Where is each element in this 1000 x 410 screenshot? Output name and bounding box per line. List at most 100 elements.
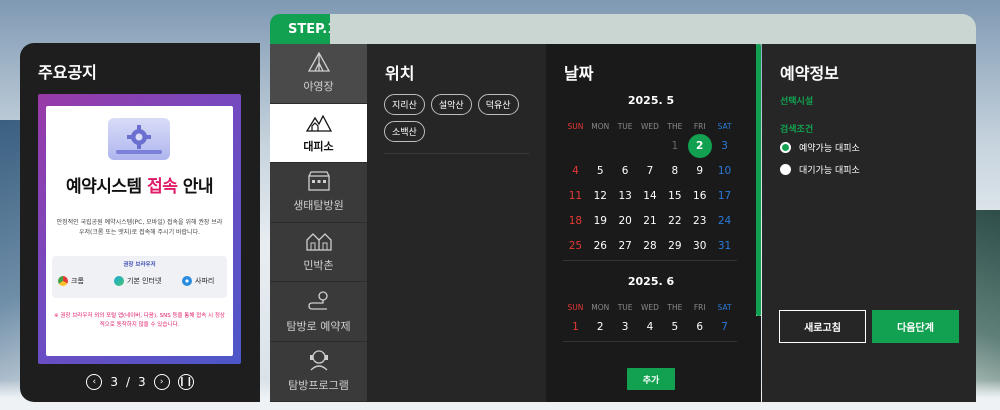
option-waitlist-shelter[interactable]: 대기가능 대피소 [780, 163, 860, 176]
calendar-day[interactable]: 26 [588, 234, 613, 259]
trail-route-icon [307, 291, 328, 310]
scrollbar-thumb[interactable] [756, 44, 761, 316]
calendar-day[interactable]: 1 [563, 315, 588, 340]
calendar-day[interactable]: 7 [638, 159, 663, 184]
banner-headline: 예약시스템 접속 안내 [65, 177, 214, 197]
location-chip-sobaeksan[interactable]: 소백산 [384, 121, 425, 142]
browser-safari: 사파리 [182, 276, 214, 286]
calendar-day[interactable]: 7 [712, 315, 737, 340]
tent-icon [307, 52, 330, 72]
nav-item-minbak[interactable]: 민박촌 [270, 223, 367, 283]
calendar-day[interactable]: 18 [563, 209, 588, 234]
nav-item-program[interactable]: 탐방프로그램 [270, 342, 367, 402]
calendar-day[interactable]: 25 [563, 234, 588, 259]
calendar-day[interactable]: 14 [638, 184, 663, 209]
next-step-button[interactable]: 다음단계 [872, 310, 959, 343]
nav-item-shelter[interactable]: 대피소 [270, 103, 367, 164]
calendar-day-selected[interactable]: 2 [687, 134, 712, 159]
weekday-header: SAT [717, 122, 732, 131]
calendar-day[interactable]: 6 [687, 315, 712, 340]
calendar-day[interactable]: 17 [712, 184, 737, 209]
radio-checked-icon[interactable] [780, 142, 791, 153]
calendar-june: SUN MON TUE WED THE FRI SAT 1 2 3 4 5 6 7 [563, 301, 737, 340]
calendar-day[interactable]: 4 [638, 315, 663, 340]
calendar-day[interactable]: 27 [613, 234, 638, 259]
safari-icon [182, 276, 192, 286]
calendar-day[interactable]: 21 [638, 209, 663, 234]
calendar-day[interactable]: 5 [662, 315, 687, 340]
calendar-day[interactable]: 29 [662, 234, 687, 259]
calendar-day[interactable]: 22 [662, 209, 687, 234]
calendar-day[interactable]: 13 [613, 184, 638, 209]
browser-list: 권장 브라우저 크롬 기본 인터넷 사파리 [52, 256, 227, 298]
weekday-header: FRI [693, 303, 706, 312]
calendar-day[interactable]: 24 [712, 209, 737, 234]
weekday-header: SUN [567, 122, 584, 131]
calendar-day-empty [613, 134, 638, 159]
nav-item-campground[interactable]: 야영장 [270, 44, 367, 104]
calendar-month-title: 2025. 5 [627, 94, 675, 107]
calendar-day[interactable]: 11 [563, 184, 588, 209]
calendar-day[interactable]: 23 [687, 209, 712, 234]
location-chip-jirisan[interactable]: 지리산 [384, 94, 425, 115]
weekday-header: TUE [617, 303, 633, 312]
calendar-day[interactable]: 5 [588, 159, 613, 184]
weekday-header: THE [667, 303, 683, 312]
calendar-day[interactable]: 19 [588, 209, 613, 234]
header-strip [330, 14, 976, 44]
banner-progress-bar [116, 150, 162, 154]
browser-list-label: 권장 브라우저 [123, 262, 156, 268]
scrollbar-track[interactable] [756, 316, 761, 402]
selected-facility-label: 선택시설 [780, 97, 814, 107]
add-button[interactable]: 추가 [627, 368, 675, 390]
reservation-info-column: 예약정보 선택시설 검색조건 예약가능 대피소 대기가능 대피소 새로고침 다음… [762, 44, 976, 402]
calendar-day[interactable]: 6 [613, 159, 638, 184]
calendar-day[interactable]: 3 [712, 134, 737, 159]
nav-item-eco-center[interactable]: 생태탐방원 [270, 163, 367, 223]
chrome-icon [58, 276, 68, 286]
date-column: 날짜 2025. 5 SUN MON TUE WED THE FRI SAT 1 2 3 4 5 6 7 8… [546, 44, 756, 402]
calendar-day-empty [638, 134, 663, 159]
facility-nav: 야영장 대피소 생태탐방원 민박촌 탐방로 예약제 탐방프로그램 [270, 44, 367, 402]
prev-icon[interactable]: ‹ [86, 374, 103, 390]
weekday-header: FRI [693, 122, 706, 131]
search-condition-label: 검색조건 [780, 125, 814, 135]
calendar-day[interactable]: 8 [662, 159, 687, 184]
location-chip-seoraksan[interactable]: 설악산 [430, 94, 472, 115]
nav-item-trail-reservation[interactable]: 탐방로 예약제 [270, 282, 367, 342]
calendar-day[interactable]: 12 [588, 184, 613, 209]
location-chip-deogyusan[interactable]: 덕유산 [477, 94, 519, 115]
weekday-header: WED [641, 122, 659, 131]
calendar-divider [563, 260, 737, 261]
calendar-day[interactable]: 1 [662, 134, 687, 159]
notice-title: 주요공지 [38, 63, 97, 82]
calendar-day[interactable]: 20 [613, 209, 638, 234]
reset-button[interactable]: 새로고침 [779, 310, 866, 343]
calendar-month-title: 2025. 6 [627, 275, 675, 288]
option-available-shelter[interactable]: 예약가능 대피소 [780, 141, 860, 154]
weekday-header: SAT [717, 303, 732, 312]
calendar-day[interactable]: 28 [638, 234, 663, 259]
pause-icon[interactable]: ❙❙ [177, 374, 194, 390]
weekday-header: SUN [567, 303, 584, 312]
notice-banner[interactable]: 예약시스템 접속 안내 안정적인 국립공원 예약시스템(PC, 모바일) 접속을… [38, 94, 241, 364]
calendar-day[interactable]: 16 [687, 184, 712, 209]
weekday-header: WED [641, 303, 659, 312]
calendar-day[interactable]: 9 [687, 159, 712, 184]
calendar-day[interactable]: 15 [662, 184, 687, 209]
next-icon[interactable]: › [153, 374, 170, 390]
calendar-day[interactable]: 10 [712, 159, 737, 184]
date-title: 날짜 [564, 64, 594, 83]
calendar-day[interactable]: 31 [712, 234, 737, 259]
notice-panel: 주요공지 예약시스템 접속 안내 안정적인 국립공원 예약시스템(PC, 모바일… [20, 43, 260, 402]
calendar-day[interactable]: 2 [588, 315, 613, 340]
calendar-day[interactable]: 30 [687, 234, 712, 259]
mountain-shelter-icon [305, 114, 332, 132]
calendar-day[interactable]: 4 [563, 159, 588, 184]
radio-unchecked-icon[interactable] [780, 164, 791, 175]
pager-current: 3 [110, 375, 118, 389]
house-icon [305, 233, 332, 251]
info-title: 예약정보 [780, 64, 839, 83]
calendar-day[interactable]: 3 [613, 315, 638, 340]
weekday-header: THE [667, 122, 683, 131]
